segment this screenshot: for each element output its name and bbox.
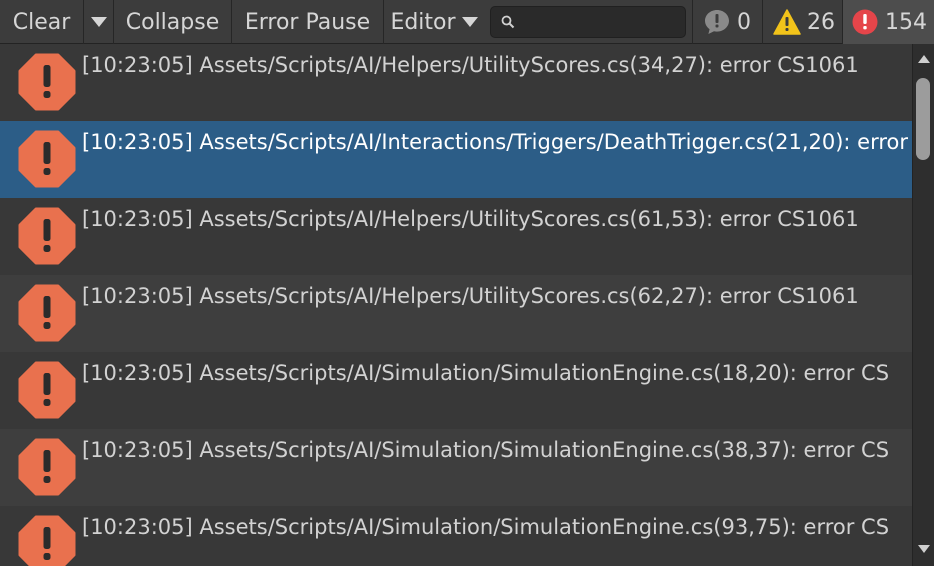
warning-count: 26 [807, 9, 835, 35]
log-entry[interactable]: [10:23:05] Assets/Scripts/AI/Simulation/… [0, 352, 912, 429]
collapse-label: Collapse [125, 9, 220, 35]
console-toolbar: Clear Collapse Error Pause Editor 0 26 1… [0, 0, 934, 44]
info-count: 0 [737, 9, 751, 35]
chevron-down-icon [90, 17, 107, 27]
log-entry[interactable]: [10:23:05] Assets/Scripts/AI/Helpers/Uti… [0, 275, 912, 352]
error-icon [18, 53, 76, 111]
error-count: 154 [885, 9, 927, 35]
error-icon [18, 130, 76, 188]
error-filter-toggle[interactable]: 154 [842, 0, 934, 44]
log-message: [10:23:05] Assets/Scripts/AI/Helpers/Uti… [82, 53, 859, 77]
log-message: [10:23:05] Assets/Scripts/AI/Interaction… [82, 130, 908, 154]
editor-dropdown[interactable]: Editor [384, 0, 484, 44]
scroll-up-icon[interactable] [917, 54, 931, 64]
error-icon [18, 438, 76, 496]
search-box[interactable] [490, 6, 686, 38]
error-icon [18, 284, 76, 342]
scrollbar-thumb[interactable] [916, 78, 930, 160]
search-input[interactable] [521, 9, 683, 37]
log-entry[interactable]: [10:23:05] Assets/Scripts/AI/Helpers/Uti… [0, 44, 912, 121]
info-icon [705, 10, 729, 34]
search-icon [501, 15, 515, 29]
log-message: [10:23:05] Assets/Scripts/AI/Simulation/… [82, 515, 890, 539]
clear-label: Clear [12, 9, 71, 35]
error-icon [18, 207, 76, 265]
collapse-toggle[interactable]: Collapse [114, 0, 232, 44]
chevron-down-icon [461, 17, 478, 27]
log-entry[interactable]: [10:23:05] Assets/Scripts/AI/Simulation/… [0, 506, 912, 566]
clear-button[interactable]: Clear [0, 0, 84, 44]
error-icon [18, 361, 76, 419]
warning-icon [773, 9, 801, 35]
warning-filter-toggle[interactable]: 26 [762, 0, 842, 44]
vertical-scrollbar[interactable] [912, 44, 934, 566]
log-message: [10:23:05] Assets/Scripts/AI/Helpers/Uti… [82, 207, 859, 231]
log-entry-selected[interactable]: [10:23:05] Assets/Scripts/AI/Interaction… [0, 121, 912, 198]
console-log-list[interactable]: [10:23:05] Assets/Scripts/AI/Helpers/Uti… [0, 44, 912, 566]
log-message: [10:23:05] Assets/Scripts/AI/Simulation/… [82, 361, 890, 385]
log-entry[interactable]: [10:23:05] Assets/Scripts/AI/Simulation/… [0, 429, 912, 506]
error-icon [852, 9, 878, 35]
scroll-down-icon[interactable] [917, 544, 931, 554]
log-entry[interactable]: [10:23:05] Assets/Scripts/AI/Helpers/Uti… [0, 198, 912, 275]
editor-label: Editor [390, 9, 456, 35]
log-message: [10:23:05] Assets/Scripts/AI/Helpers/Uti… [82, 284, 859, 308]
info-filter-toggle[interactable]: 0 [692, 0, 762, 44]
clear-options-dropdown[interactable] [84, 0, 114, 44]
log-message: [10:23:05] Assets/Scripts/AI/Simulation/… [82, 438, 890, 462]
error-pause-toggle[interactable]: Error Pause [232, 0, 384, 44]
error-pause-label: Error Pause [244, 9, 371, 35]
error-icon [18, 515, 76, 566]
